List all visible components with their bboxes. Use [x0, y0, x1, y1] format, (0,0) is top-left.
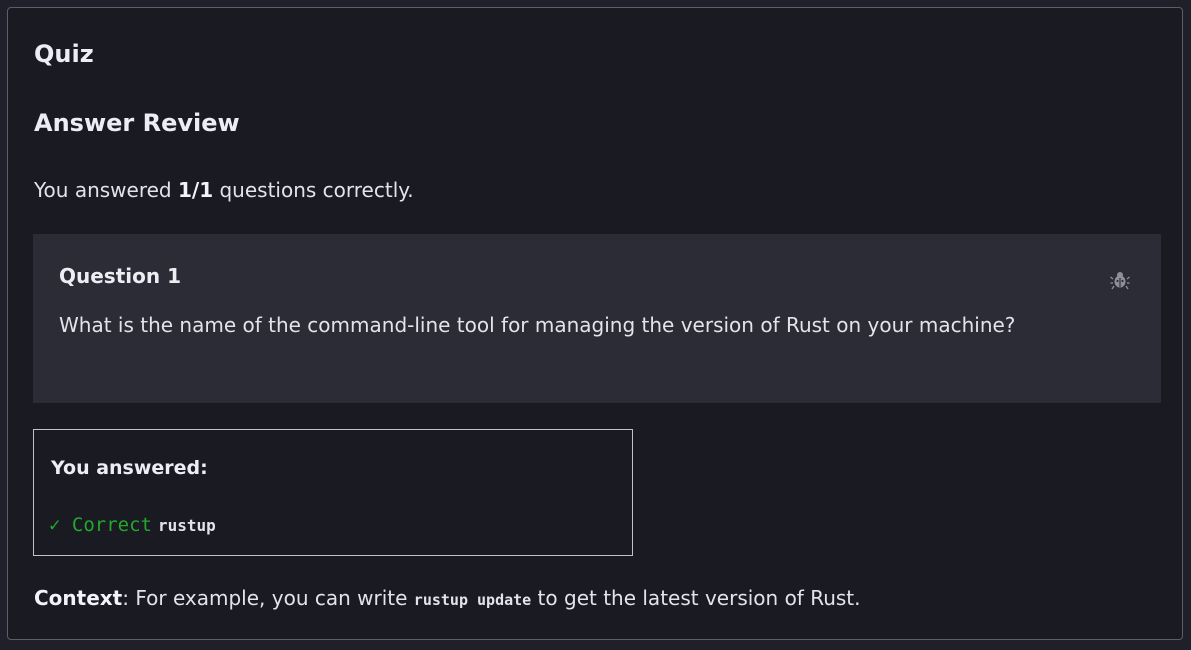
quiz-title: Quiz [34, 40, 94, 68]
context-text-after: to get the latest version of Rust. [531, 586, 861, 610]
context-label: Context [34, 586, 123, 610]
context-note: Context: For example, you can write rust… [34, 586, 861, 610]
score-summary-suffix: questions correctly. [213, 178, 414, 202]
answer-heading: You answered: [51, 457, 208, 479]
context-code: rustup update [413, 591, 532, 609]
score-summary: You answered 1/1 questions correctly. [34, 178, 414, 202]
question-label: Question 1 [59, 264, 181, 288]
bug-icon[interactable] [1110, 270, 1130, 290]
quiz-panel: Quiz Answer Review You answered 1/1 ques… [7, 7, 1183, 640]
answer-line: ✓ Correct rustup [49, 514, 216, 536]
score-summary-prefix: You answered [34, 178, 178, 202]
question-card: Question 1 What is the name of the comma… [33, 234, 1161, 403]
question-text: What is the name of the command-line too… [59, 313, 1016, 337]
context-text-before: : For example, you can write [122, 586, 414, 610]
answer-value: rustup [157, 516, 216, 535]
answer-review-heading: Answer Review [34, 109, 240, 137]
correct-status: ✓ Correct [49, 514, 152, 536]
score-value: 1/1 [177, 178, 214, 202]
answer-box: You answered: ✓ Correct rustup [33, 429, 633, 556]
